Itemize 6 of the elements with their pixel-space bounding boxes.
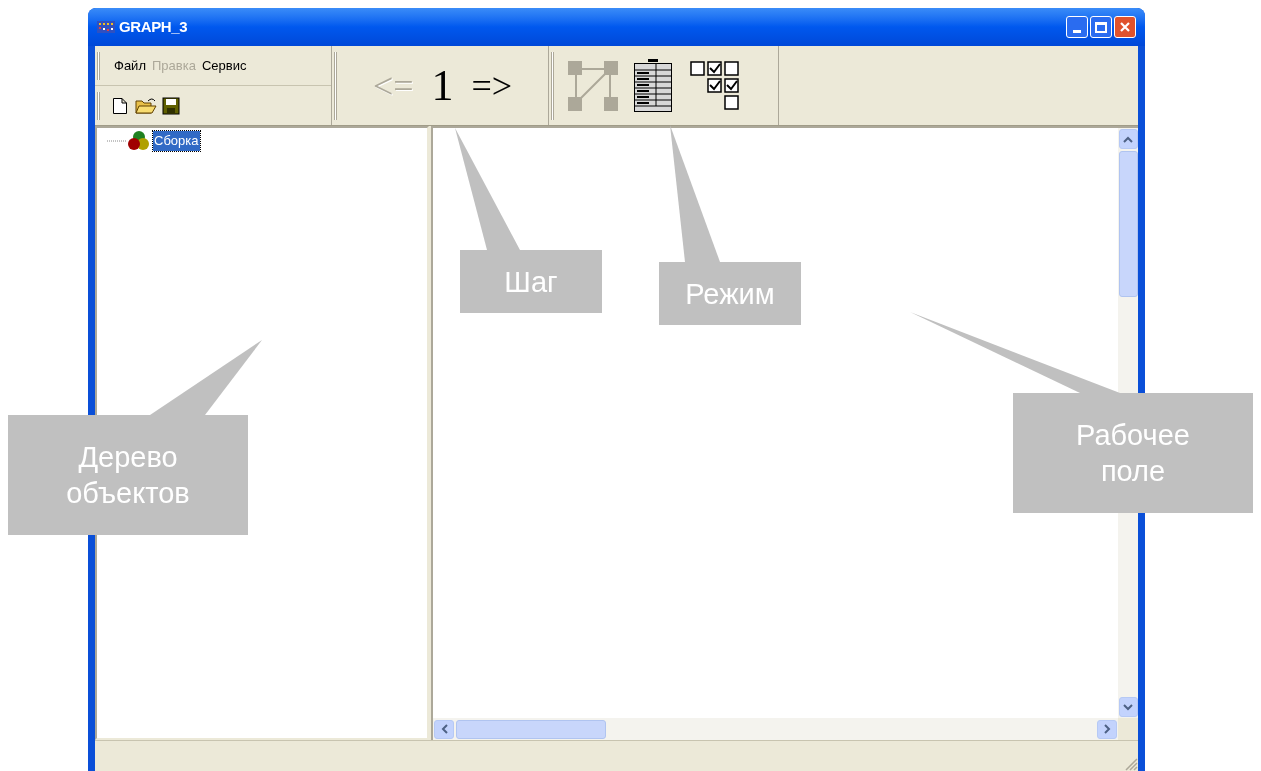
step-number: 1 [431,63,454,108]
window-title: GRAPH_3 [119,16,188,37]
callout-label: Режим [685,276,775,312]
callout-label: Шаг [504,264,558,300]
callout-label: Рабочее поле [1075,418,1191,489]
callout-label: Дерево объектов [65,440,191,511]
